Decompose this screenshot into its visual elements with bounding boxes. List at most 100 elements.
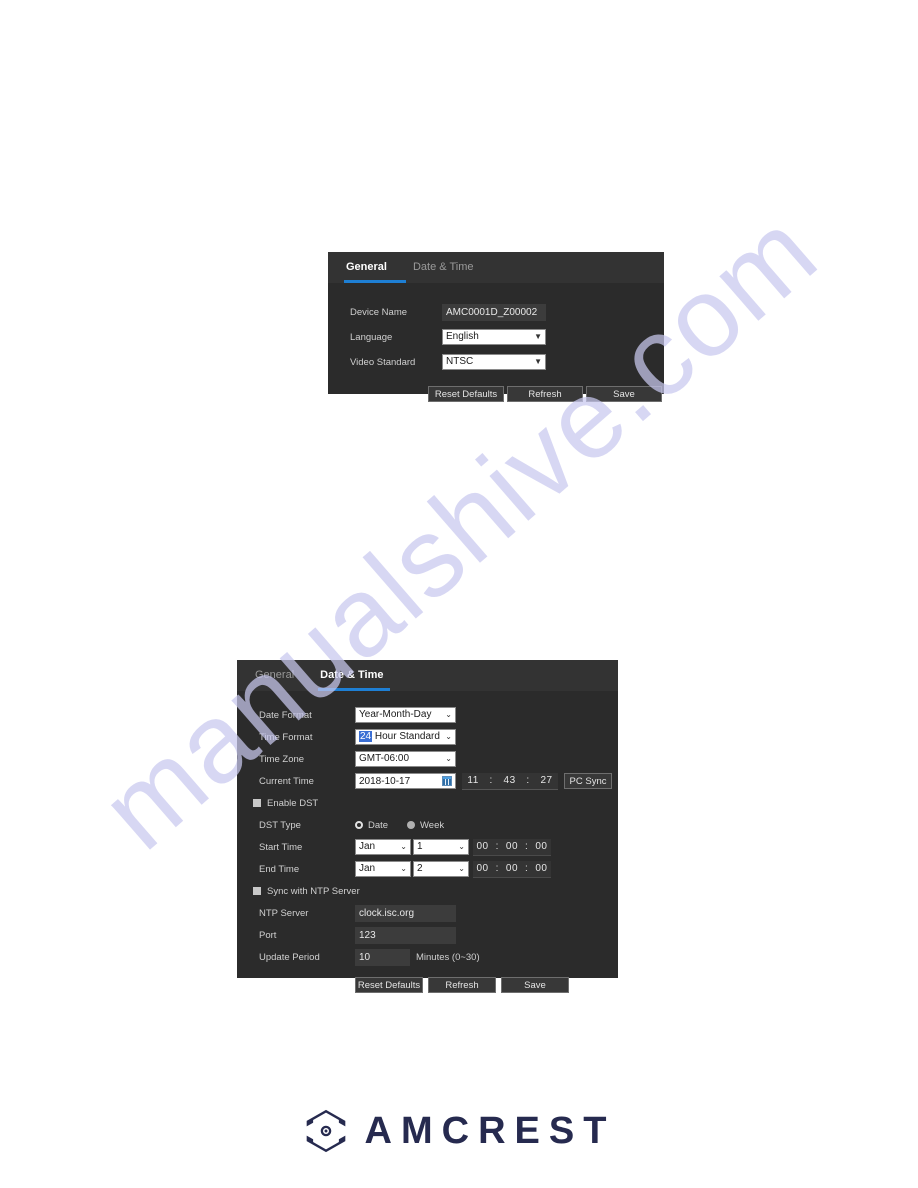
end-day-value: 2: [417, 863, 423, 874]
start-time-clock[interactable]: 00 : 00 : 00: [473, 838, 551, 856]
port-label: Port: [259, 929, 277, 941]
chevron-down-icon: ⌄: [445, 754, 452, 763]
time-colon: :: [495, 841, 499, 852]
current-time-clock[interactable]: 11 : 43 : 27: [462, 772, 558, 790]
time-colon: :: [495, 863, 499, 874]
enable-dst-label: Enable DST: [267, 797, 319, 809]
port-input[interactable]: 123: [355, 926, 456, 944]
video-standard-value: NTSC: [446, 356, 474, 367]
dst-type-week-radio[interactable]: Week: [407, 820, 444, 831]
row-enable-dst: Enable DST: [237, 794, 618, 812]
end-minutes: 00: [505, 863, 519, 874]
time-format-value-selected: 24: [359, 731, 373, 742]
time-format-value: 24 Hour Standard: [359, 730, 440, 744]
row-date-format: Date Format Year-Month-Day ⌄: [237, 706, 618, 724]
time-zone-value: GMT-06:00: [359, 753, 410, 764]
language-label: Language: [350, 331, 393, 343]
sync-ntp-checkbox[interactable]: Sync with NTP Server: [253, 886, 360, 897]
end-month-value: Jan: [359, 863, 376, 874]
calendar-icon[interactable]: [442, 776, 452, 786]
ntp-server-label: NTP Server: [259, 907, 309, 919]
reset-defaults-button[interactable]: Reset Defaults: [428, 386, 504, 402]
start-minutes: 00: [505, 841, 519, 852]
general-form: Device Name AMC0001D_Z00002 Language Eng…: [328, 283, 664, 402]
enable-dst-checkbox[interactable]: Enable DST: [253, 798, 318, 809]
refresh-button[interactable]: Refresh: [428, 977, 496, 993]
end-time-label: End Time: [259, 863, 300, 875]
update-period-label: Update Period: [259, 951, 320, 963]
chevron-down-icon: ⌄: [458, 864, 465, 873]
start-hours: 00: [476, 841, 489, 852]
row-current-time: Current Time 2018-10-17 11 : 43 : 27 PC …: [237, 772, 618, 790]
time-format-select[interactable]: 24 Hour Standard ⌄: [355, 729, 456, 745]
update-period-input[interactable]: 10: [355, 948, 410, 966]
end-hours: 00: [476, 863, 489, 874]
tab-date-time-label: Date & Time: [412, 261, 474, 273]
footer-brand: AMCREST: [0, 1108, 918, 1154]
dst-type-week-label: Week: [420, 819, 445, 831]
start-day-value: 1: [417, 841, 423, 852]
general-button-row: Reset Defaults Refresh Save: [428, 386, 664, 402]
current-time-hours: 11: [467, 775, 479, 786]
row-start-time: Start Time Jan ⌄ 1 ⌄ 00 : 00 : 00: [237, 838, 618, 856]
tab-date-time[interactable]: Date & Time: [318, 660, 391, 691]
video-standard-select[interactable]: NTSC ▼: [442, 354, 546, 370]
chevron-down-icon: ⌄: [400, 842, 407, 851]
pc-sync-button[interactable]: PC Sync: [564, 773, 612, 789]
tab-general-label: General: [346, 261, 387, 273]
reset-defaults-button[interactable]: Reset Defaults: [355, 977, 423, 993]
date-format-select[interactable]: Year-Month-Day ⌄: [355, 707, 456, 723]
row-dst-type: DST Type Date Week: [237, 816, 618, 834]
time-format-label: Time Format: [259, 731, 313, 743]
row-time-format: Time Format 24 Hour Standard ⌄: [237, 728, 618, 746]
row-sync-ntp: Sync with NTP Server: [237, 882, 618, 900]
language-select[interactable]: English ▼: [442, 329, 546, 345]
current-time-label: Current Time: [259, 775, 314, 787]
chevron-down-icon: ⌄: [400, 864, 407, 873]
start-month-select[interactable]: Jan ⌄: [355, 839, 411, 855]
time-colon: :: [489, 775, 493, 786]
video-standard-label: Video Standard: [350, 356, 416, 368]
chevron-down-icon: ⌄: [458, 842, 465, 851]
amcrest-wordmark: AMCREST: [364, 1110, 616, 1152]
end-seconds: 00: [535, 863, 548, 874]
tab-general[interactable]: General: [255, 660, 294, 691]
update-period-unit: Minutes (0~30): [416, 951, 480, 963]
chevron-down-icon: ▼: [534, 357, 542, 366]
current-time-date-input[interactable]: 2018-10-17: [355, 773, 456, 789]
date-time-button-row: Reset Defaults Refresh Save: [355, 977, 618, 993]
general-tab-bar: General Date & Time: [328, 252, 664, 283]
start-month-value: Jan: [359, 841, 376, 852]
dst-type-label: DST Type: [259, 819, 301, 831]
row-port: Port 123: [237, 926, 618, 944]
dst-type-date-radio[interactable]: Date: [355, 820, 407, 831]
radio-selected-icon: [355, 821, 363, 829]
dst-type-date-label: Date: [368, 819, 389, 831]
end-time-clock[interactable]: 00 : 00 : 00: [473, 860, 551, 878]
row-device-name: Device Name AMC0001D_Z00002: [328, 303, 664, 321]
checkbox-icon: [253, 887, 261, 895]
date-time-settings-panel: General Date & Time Date Format Year-Mon…: [237, 660, 618, 993]
start-day-select[interactable]: 1 ⌄: [413, 839, 469, 855]
start-time-label: Start Time: [259, 841, 303, 853]
row-ntp-server: NTP Server clock.isc.org: [237, 904, 618, 922]
tab-general-label: General: [255, 669, 295, 681]
time-zone-select[interactable]: GMT-06:00 ⌄: [355, 751, 456, 767]
radio-unselected-icon: [407, 821, 415, 829]
end-month-select[interactable]: Jan ⌄: [355, 861, 411, 877]
end-day-select[interactable]: 2 ⌄: [413, 861, 469, 877]
time-format-value-rest: Hour Standard: [372, 731, 440, 742]
tab-general[interactable]: General: [344, 252, 406, 283]
time-colon: :: [525, 863, 529, 874]
save-button[interactable]: Save: [586, 386, 662, 402]
refresh-button[interactable]: Refresh: [507, 386, 583, 402]
tab-date-time-label: Date & Time: [320, 669, 384, 681]
ntp-server-input[interactable]: clock.isc.org: [355, 904, 456, 922]
row-update-period: Update Period 10 Minutes (0~30): [237, 948, 618, 966]
tab-date-time[interactable]: Date & Time: [413, 252, 474, 283]
save-button[interactable]: Save: [501, 977, 569, 993]
date-time-tab-bar: General Date & Time: [237, 660, 618, 691]
time-zone-label: Time Zone: [259, 753, 305, 765]
device-name-input[interactable]: AMC0001D_Z00002: [442, 303, 546, 321]
sync-ntp-label: Sync with NTP Server: [267, 885, 360, 897]
